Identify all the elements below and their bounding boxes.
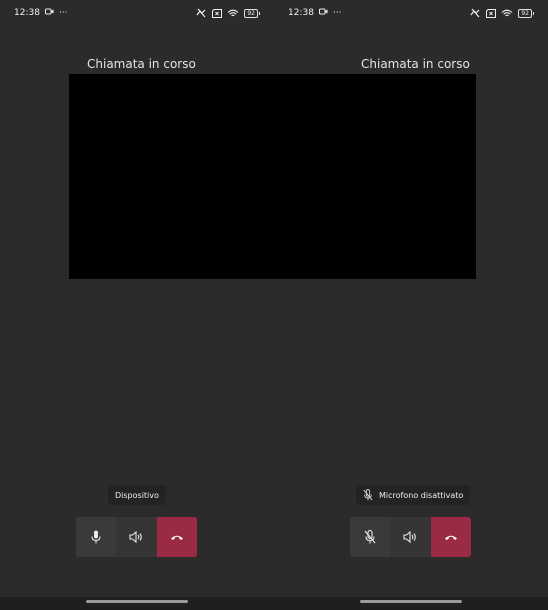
speaker-icon — [129, 531, 142, 543]
phone-hangup-icon — [171, 535, 183, 540]
navigation-bar — [0, 597, 274, 610]
home-gesture-pill[interactable] — [360, 600, 462, 603]
overflow-dots-icon: ··· — [58, 8, 68, 18]
video-feed — [69, 74, 476, 279]
camera-status-icon — [318, 8, 328, 18]
speaker-icon — [403, 531, 416, 543]
microphone-muted-icon — [364, 530, 376, 544]
call-status-title: Chiamata in corso — [361, 57, 470, 71]
microphone-icon — [91, 530, 101, 544]
sim-x-icon — [486, 8, 497, 18]
camera-status-icon — [44, 8, 54, 18]
battery-icon: 92 — [244, 8, 260, 18]
wifi-icon — [501, 9, 513, 18]
sim-x-icon — [212, 8, 223, 18]
navigation-bar — [274, 597, 548, 610]
tooltip-text: Dispositivo — [115, 490, 159, 500]
call-controls — [350, 517, 471, 557]
status-time: 12:38 — [288, 8, 314, 18]
call-controls — [76, 517, 197, 557]
battery-level: 92 — [518, 8, 532, 18]
device-tooltip: Dispositivo — [108, 485, 166, 505]
tooltip-text: Microfono disattivato — [379, 490, 464, 500]
microphone-muted-icon — [363, 489, 373, 501]
microphone-muted-tooltip: Microfono disattivato — [356, 485, 471, 505]
speaker-button[interactable] — [116, 517, 157, 557]
data-saver-icon — [470, 8, 481, 18]
data-saver-icon — [196, 8, 207, 18]
battery-icon: 92 — [518, 8, 534, 18]
status-bar: 12:38 ··· 92 — [288, 6, 534, 20]
overflow-dots-icon: ··· — [332, 8, 342, 18]
status-time: 12:38 — [14, 8, 40, 18]
status-bar: 12:38 ··· 92 — [14, 6, 260, 20]
wifi-icon — [227, 9, 239, 18]
end-call-button[interactable] — [431, 517, 471, 557]
battery-level: 92 — [244, 8, 258, 18]
phone-hangup-icon — [445, 535, 457, 540]
call-status-title: Chiamata in corso — [87, 57, 196, 71]
microphone-muted-button[interactable] — [350, 517, 390, 557]
home-gesture-pill[interactable] — [86, 600, 188, 603]
speaker-button[interactable] — [390, 517, 431, 557]
microphone-button[interactable] — [76, 517, 116, 557]
end-call-button[interactable] — [157, 517, 197, 557]
